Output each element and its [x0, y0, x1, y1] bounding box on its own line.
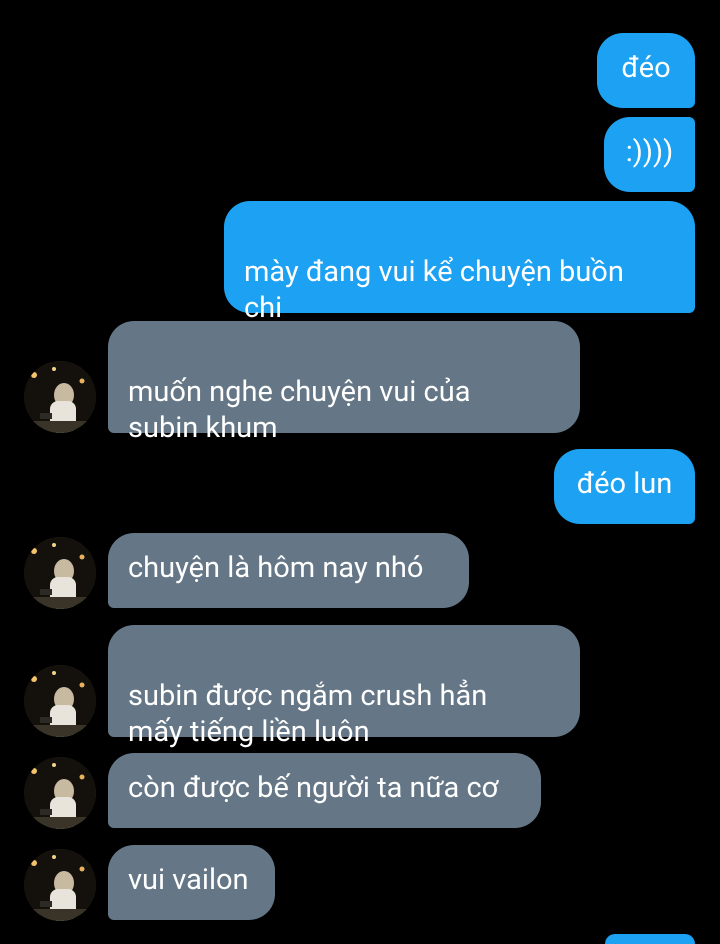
contact-avatar[interactable] [24, 537, 96, 609]
message-text: đéo [621, 51, 671, 85]
message-text: chuyện là hôm nay nhó [128, 551, 424, 585]
message-text: :)))) [625, 135, 674, 169]
message-bubble-outgoing[interactable]: đéo lun [554, 449, 695, 524]
contact-avatar[interactable] [24, 757, 96, 829]
message-text: muốn nghe chuyện vui của subin khum [128, 375, 471, 445]
contact-avatar[interactable] [24, 665, 96, 737]
avatar-photo-icon [24, 537, 96, 609]
message-bubble-outgoing[interactable]: :)))) [604, 117, 695, 192]
message-bubble-outgoing[interactable]: đéo [597, 33, 695, 108]
avatar-photo-icon [24, 361, 96, 433]
message-text: vui vailon [128, 863, 249, 897]
message-text: mày đang vui kể chuyện buồn chi [244, 255, 624, 325]
contact-avatar[interactable] [24, 361, 96, 433]
message-text: còn được bế người ta nữa cơ [128, 771, 499, 805]
message-text: subin được ngắm crush hẳn mấy tiếng liền… [128, 679, 488, 749]
message-bubble-incoming[interactable]: muốn nghe chuyện vui của subin khum [108, 321, 580, 445]
avatar-photo-icon [24, 849, 96, 921]
contact-avatar[interactable] [24, 849, 96, 921]
message-bubble-outgoing-partial[interactable] [605, 934, 695, 944]
avatar-photo-icon [24, 757, 96, 829]
message-bubble-incoming[interactable]: chuyện là hôm nay nhó [108, 533, 469, 608]
message-text: đéo lun [576, 467, 673, 501]
message-bubble-incoming[interactable]: vui vailon [108, 845, 275, 920]
message-bubble-incoming[interactable]: subin được ngắm crush hẳn mấy tiếng liền… [108, 625, 580, 749]
message-bubble-incoming[interactable]: còn được bế người ta nữa cơ [108, 753, 541, 828]
avatar-photo-icon [24, 665, 96, 737]
message-bubble-outgoing[interactable]: mày đang vui kể chuyện buồn chi [224, 201, 695, 325]
